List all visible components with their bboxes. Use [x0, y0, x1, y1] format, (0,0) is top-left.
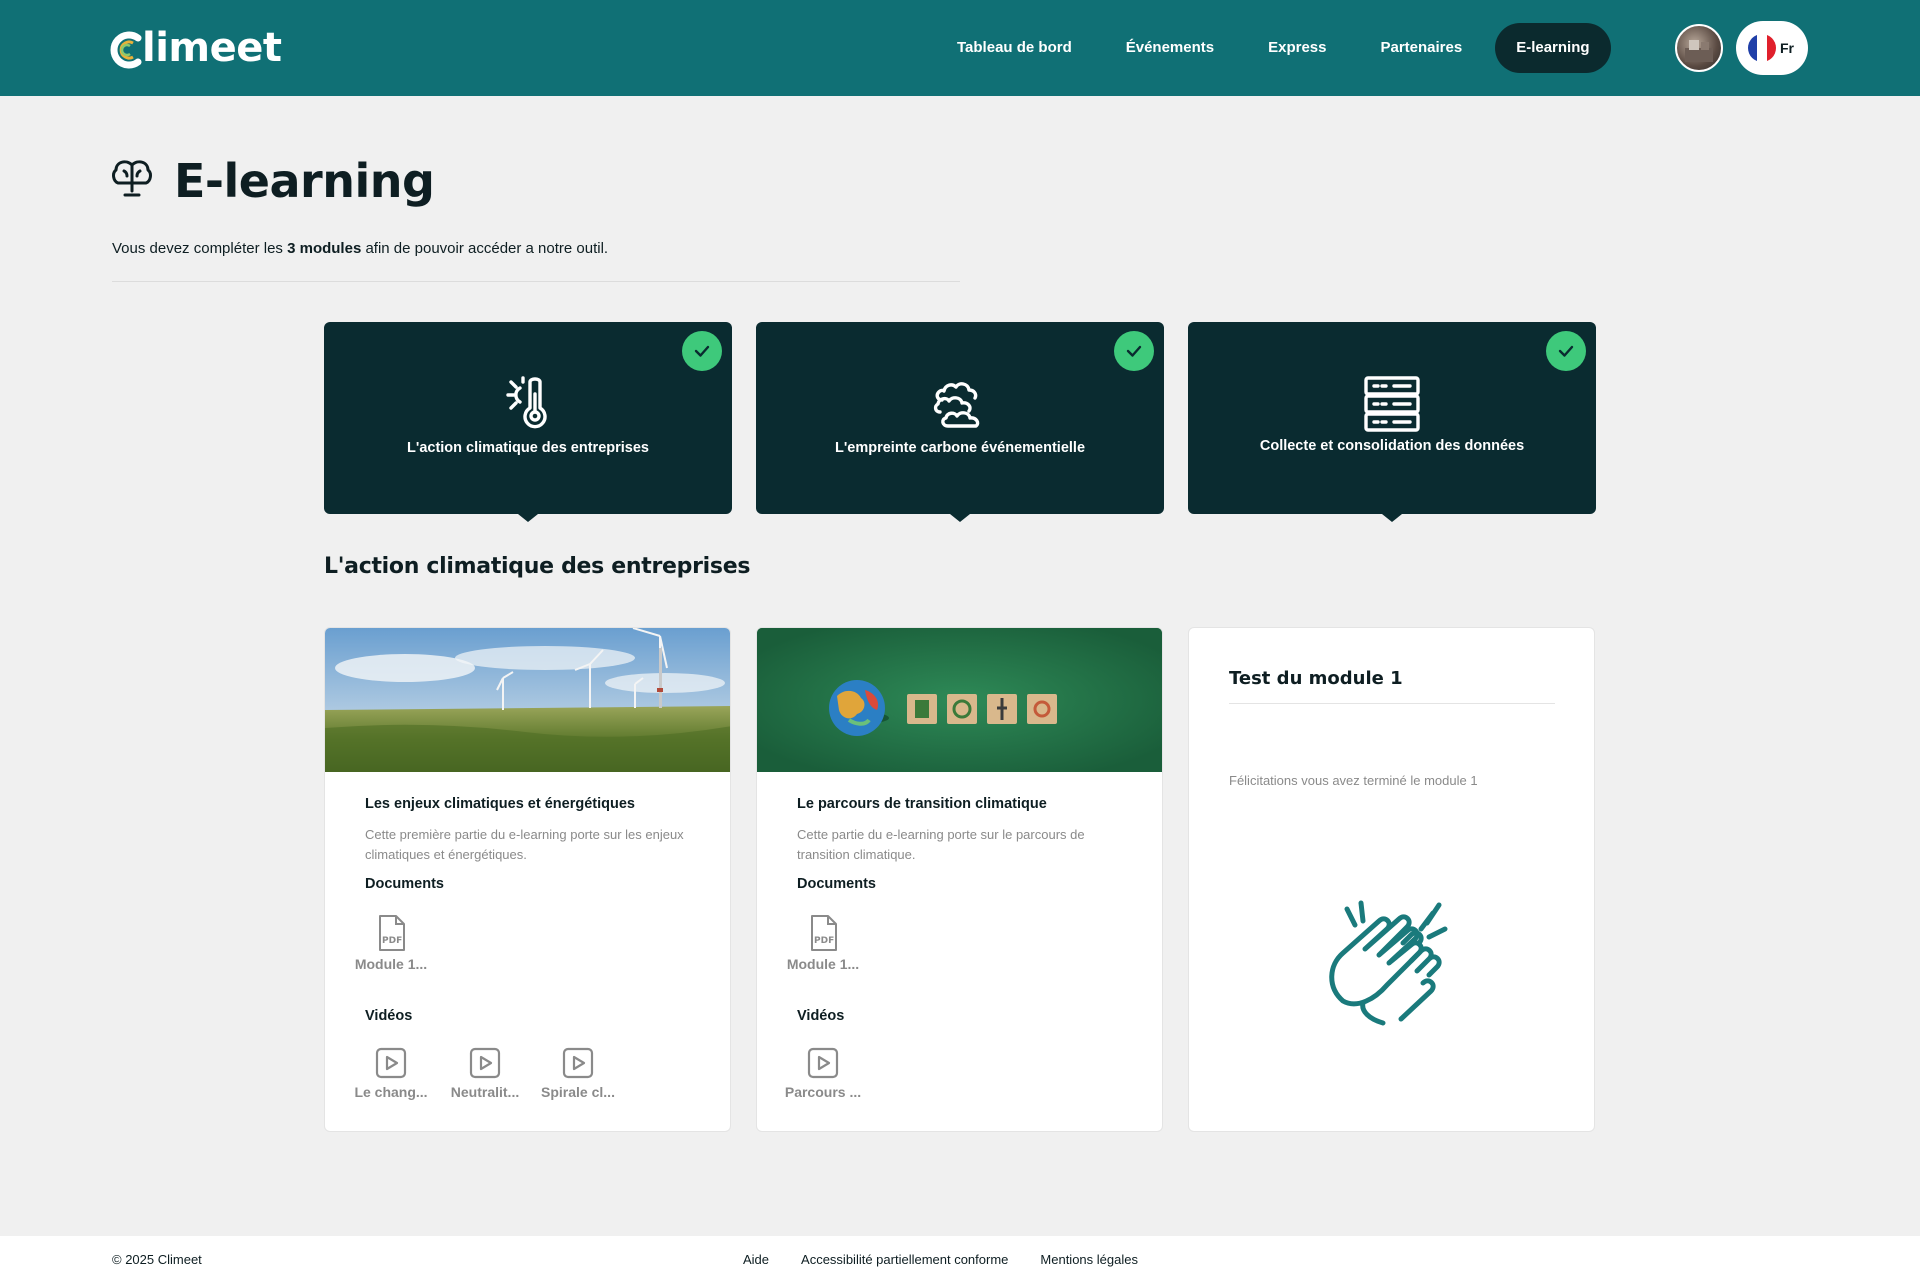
video-item[interactable]: Spirale cl... — [538, 1046, 618, 1100]
language-label: Fr — [1780, 40, 1794, 56]
video-item[interactable]: Parcours ... — [783, 1046, 863, 1100]
title-divider — [112, 281, 960, 282]
language-selector[interactable]: Fr — [1736, 21, 1808, 75]
logo-text: limeet — [142, 25, 282, 71]
card-title: Les enjeux climatiques et énergétiques — [365, 796, 635, 812]
test-divider — [1229, 703, 1555, 704]
module-label: L'empreinte carbone événementielle — [834, 440, 1086, 456]
module-tile-3[interactable]: Collecte et consolidation des données — [1188, 322, 1596, 522]
main-nav: Tableau de bord Événements Express Parte… — [930, 23, 1611, 73]
video-name: Le chang... — [354, 1084, 428, 1100]
pdf-icon: PDF — [379, 915, 405, 951]
nav-partenaires[interactable]: Partenaires — [1353, 23, 1489, 73]
footer-link-mentions-legales[interactable]: Mentions légales — [1040, 1252, 1138, 1267]
france-flag-icon — [1748, 34, 1776, 62]
thermometer-sun-icon — [496, 372, 560, 436]
user-avatar[interactable] — [1675, 24, 1723, 72]
database-icon — [1360, 372, 1424, 436]
card-description: Cette partie du e-learning porte sur le … — [797, 827, 1085, 862]
test-title: Test du module 1 — [1229, 668, 1403, 689]
pdf-document-item[interactable]: PDF Module 1... — [351, 914, 431, 972]
check-icon — [682, 331, 722, 371]
document-name: Module 1... — [786, 956, 860, 972]
check-icon — [1114, 331, 1154, 371]
content-card-2: Le parcours de transition climatique Cet… — [756, 627, 1163, 1132]
wind-turbines-image — [325, 628, 730, 772]
videos-heading: Vidéos — [797, 1008, 845, 1024]
card-description: Cette première partie du e-learning port… — [365, 827, 684, 862]
nav-tableau-de-bord[interactable]: Tableau de bord — [930, 23, 1099, 73]
video-name: Parcours ... — [784, 1084, 862, 1100]
document-name: Module 1... — [354, 956, 428, 972]
nav-express[interactable]: Express — [1241, 23, 1353, 73]
play-icon — [469, 1047, 501, 1079]
play-icon — [562, 1047, 594, 1079]
clouds-icon — [928, 372, 992, 436]
test-card[interactable]: Test du module 1 Félicitations vous avez… — [1188, 627, 1595, 1132]
nav-e-learning[interactable]: E-learning — [1495, 23, 1611, 73]
documents-heading: Documents — [365, 876, 444, 892]
video-item[interactable]: Neutralit... — [445, 1046, 525, 1100]
module-label: Collecte et consolidation des données — [1259, 438, 1525, 454]
globe-and-blocks-image — [757, 628, 1162, 772]
nav-evenements[interactable]: Événements — [1099, 23, 1241, 73]
top-header: limeet Tableau de bord Événements Expres… — [0, 0, 1920, 96]
clapping-hands-icon — [1313, 883, 1473, 1043]
module-tile-2[interactable]: L'empreinte carbone événementielle — [756, 322, 1164, 522]
footer-link-aide[interactable]: Aide — [743, 1252, 769, 1267]
footer-link-accessibilite[interactable]: Accessibilité partiellement conforme — [801, 1252, 1008, 1267]
videos-heading: Vidéos — [365, 1008, 413, 1024]
video-name: Spirale cl... — [541, 1084, 615, 1100]
svg-text:PDF: PDF — [814, 936, 834, 946]
pdf-document-item[interactable]: PDF Module 1... — [783, 914, 863, 972]
page-title: E-learning — [174, 154, 435, 208]
play-icon — [375, 1047, 407, 1079]
brain-monitor-icon — [110, 157, 154, 206]
documents-heading: Documents — [797, 876, 876, 892]
svg-text:PDF: PDF — [382, 936, 402, 946]
section-title: L'action climatique des entreprises — [324, 554, 751, 579]
play-icon — [807, 1047, 839, 1079]
content-card-1: Les enjeux climatiques et énergétiques C… — [324, 627, 731, 1132]
page-title-row: E-learning — [110, 154, 435, 208]
test-message: Félicitations vous avez terminé le modul… — [1229, 773, 1478, 788]
climeet-logo[interactable]: limeet — [110, 24, 282, 72]
card-title: Le parcours de transition climatique — [797, 796, 1047, 812]
module-label: L'action climatique des entreprises — [407, 440, 649, 456]
video-item[interactable]: Le chang... — [351, 1046, 431, 1100]
pdf-icon: PDF — [811, 915, 837, 951]
check-icon — [1546, 331, 1586, 371]
footer-copyright: © 2025 Climeet — [112, 1252, 202, 1267]
video-name: Neutralit... — [450, 1084, 520, 1100]
intro-bold: 3 modules — [287, 240, 362, 257]
footer-links: Aide Accessibilité partiellement conform… — [743, 1252, 1138, 1267]
module-tile-1[interactable]: L'action climatique des entreprises — [324, 322, 732, 522]
intro-text: Vous devez compléter les 3 modules afin … — [112, 240, 609, 257]
logo-c-icon — [110, 30, 142, 69]
footer: © 2025 Climeet Aide Accessibilité partie… — [0, 1236, 1920, 1284]
